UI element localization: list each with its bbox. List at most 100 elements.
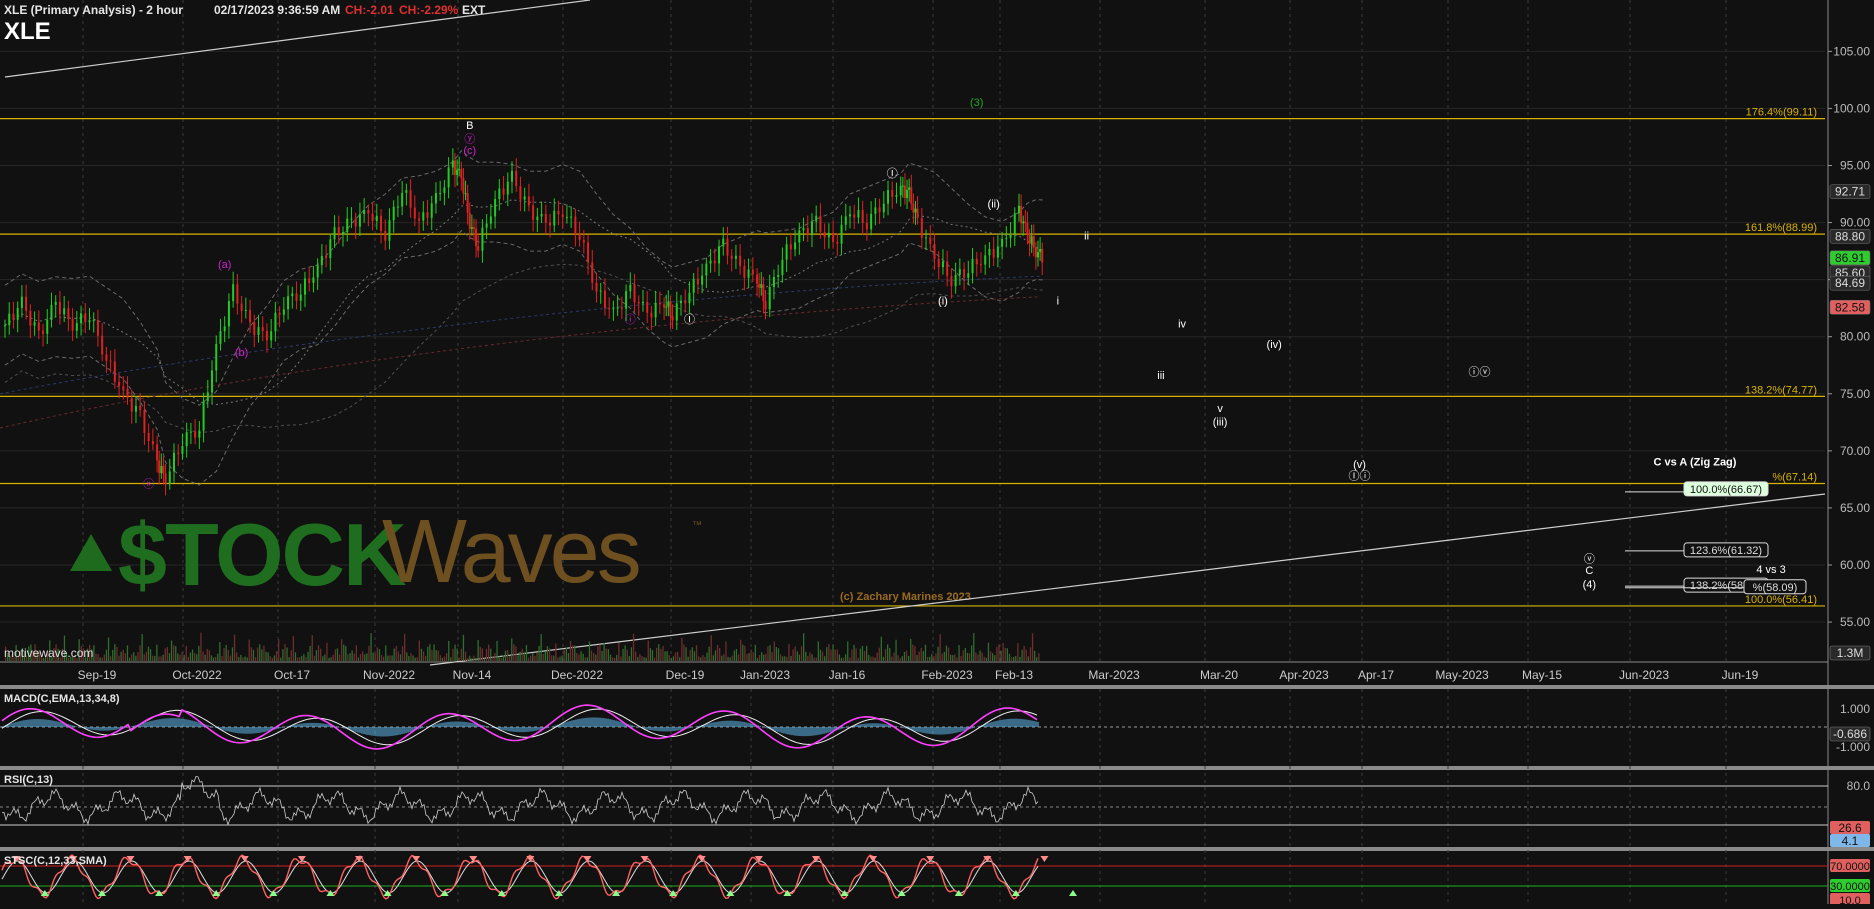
volume-bar [769,645,771,661]
candle-body [371,213,374,222]
volume-bar [427,646,429,661]
candle-body [320,255,323,266]
candle-body [4,325,6,327]
candle-body [762,284,765,302]
volume-bar [131,654,133,661]
wave-label: ⓨ [464,133,475,146]
candle-body [464,193,467,195]
candle-body [612,308,615,310]
volume-bar [840,657,843,661]
volume-bar [834,649,836,661]
volume-bar [656,647,658,661]
candle-body [316,265,319,278]
volume-bar [521,648,523,661]
volume-bar [368,645,370,661]
candle-body [147,432,150,442]
volume-bar [311,635,313,661]
chart-canvas[interactable]: $TOCK Waves ™ (c) Zachary Marines 2023 1… [0,0,1874,907]
volume-bar [475,657,477,661]
wave-label: i [1057,296,1059,308]
session-label: EXT [462,3,486,17]
target-box-label: %(58.09) [1753,582,1798,594]
volume-bar [221,656,223,661]
volume-bar [527,657,530,661]
volume-bar [706,652,708,661]
volume-bar [219,642,221,661]
candle-body [1030,236,1033,244]
volume-bar [353,653,355,661]
candle-body [743,265,746,278]
volume-bar [857,657,859,661]
candle-body [758,283,761,288]
volume-bar [349,653,351,661]
candle-body [901,185,904,187]
candle-body [236,284,239,304]
candle-body [308,278,311,283]
volume-bar [737,654,740,661]
time-tick-label: Feb-2023 [921,668,973,682]
volume-bar [149,649,152,661]
volume-bar [845,654,847,661]
candle-body [768,286,771,310]
wave-label: ⓘⓥ [1469,366,1491,379]
volume-bar [672,656,675,661]
volume-bar [679,657,681,661]
volume-bar [849,657,851,661]
wave-label: iv [1178,319,1186,331]
candle-body [189,431,192,433]
volume-bar [973,633,975,661]
volume-bar [1034,650,1036,661]
volume-bar [202,651,204,661]
volume-bar [173,645,175,661]
candle-body [903,185,906,198]
candle-body [789,244,792,250]
volume-bar [307,651,309,661]
volume-bar [326,642,328,661]
volume-bar [317,645,320,661]
candle-body [975,258,978,265]
candle-body [722,238,725,247]
volume-bar [740,639,742,661]
candle-body [515,170,518,187]
volume-bar [158,656,160,661]
panel-separator [0,766,1874,770]
volume-bar [187,656,189,661]
volume-bar [351,650,353,661]
volume-bar [410,653,412,661]
time-tick-label: Mar-2023 [1088,668,1140,682]
volume-bar [305,656,307,661]
candle-body [118,381,121,387]
volume-bar [811,654,813,661]
volume-bar [204,654,206,661]
candle-body [354,218,357,227]
volume-bar [1021,649,1023,661]
volume-bar [929,656,931,661]
volume-bar [987,642,990,661]
volume-bar [322,656,324,661]
candle-body [620,307,623,309]
volume-bar [691,647,693,661]
candle-body [42,330,45,334]
volume-bar [876,652,878,661]
volume-bar [805,651,807,661]
candle-body [663,304,666,308]
volume-bar [939,634,941,661]
candle-body [557,210,560,215]
candle-body [641,301,644,304]
volume-bar [712,655,714,661]
volume-bar [296,657,299,661]
volume-bar [765,653,767,661]
candle-body [730,255,733,259]
volume-bar [500,657,502,661]
candle-body [418,218,421,221]
volume-bar [792,649,794,661]
volume-bar [666,651,668,661]
candle-body [109,360,112,362]
candle-body [134,405,137,412]
volume-bar [683,644,685,661]
candle-body [603,290,606,309]
volume-bar [530,655,532,661]
candle-body [937,258,940,268]
time-tick-label: Feb-13 [995,668,1033,682]
volume-bar [406,652,408,661]
